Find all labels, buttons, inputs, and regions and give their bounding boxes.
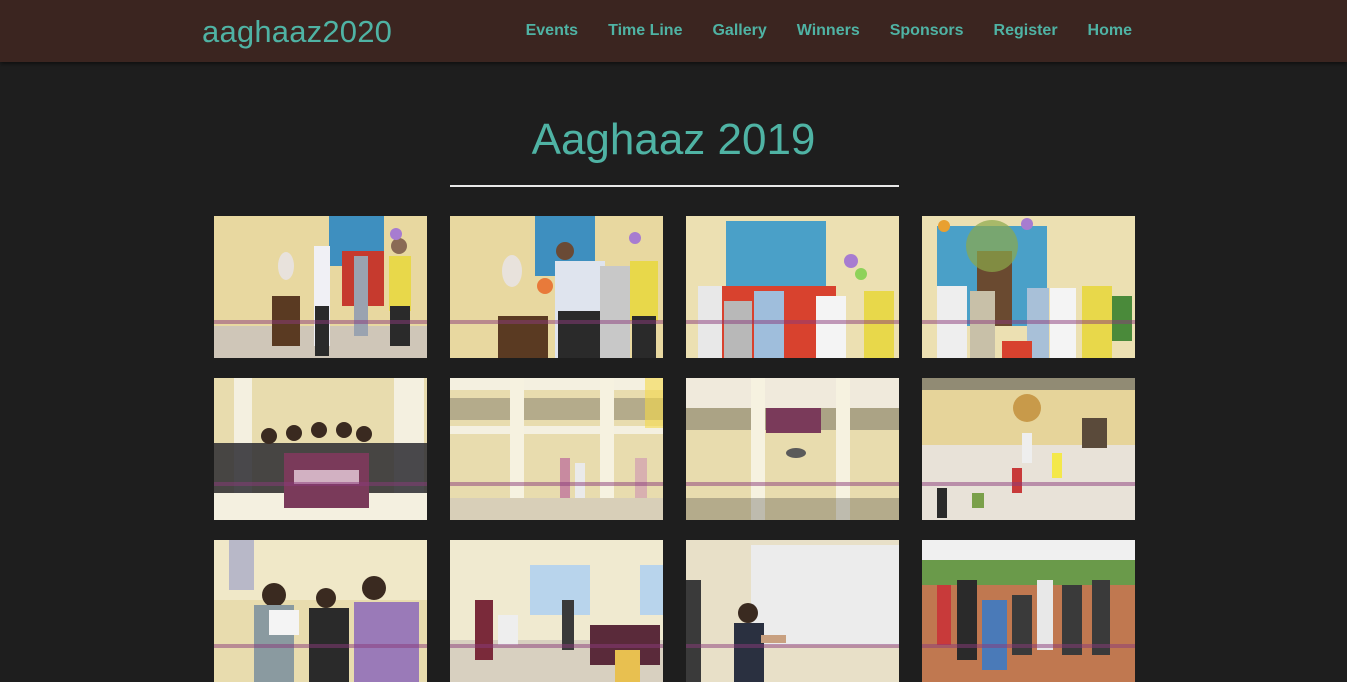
navbar: aaghaaz2020 Events Time Line Gallery Win…: [0, 0, 1347, 62]
nav-link-home[interactable]: Home: [1088, 0, 1132, 62]
nav-link-timeline[interactable]: Time Line: [608, 0, 682, 62]
nav-link-gallery[interactable]: Gallery: [712, 0, 766, 62]
gallery-photo-student-presentation[interactable]: [686, 540, 899, 682]
gallery-photo-inauguration-guests-group[interactable]: [922, 216, 1135, 358]
photo-gallery-grid: [214, 216, 1135, 682]
nav-link-winners[interactable]: Winners: [797, 0, 860, 62]
title-divider: [450, 185, 899, 187]
nav-link-register[interactable]: Register: [994, 0, 1058, 62]
gallery-photo-outdoor-ground-activity[interactable]: [922, 540, 1135, 682]
gallery-photo-balcony-banner-students[interactable]: [686, 378, 899, 520]
nav-links: Events Time Line Gallery Winners Sponsor…: [496, 0, 1132, 62]
gallery-photo-seminar-room-event[interactable]: [450, 540, 663, 682]
brand-logo-link[interactable]: aaghaaz2020: [202, 13, 392, 51]
gallery-title: Aaghaaz 2019: [531, 115, 816, 164]
nav-link-events[interactable]: Events: [526, 0, 578, 62]
gallery-photo-inauguration-banner-unveiling[interactable]: [686, 216, 899, 358]
gallery-photo-college-courtyard-balcony[interactable]: [450, 378, 663, 520]
gallery-photo-students-registration-desk[interactable]: [214, 540, 427, 682]
gallery-photo-students-with-aaghaaz-banner[interactable]: [214, 378, 427, 520]
gallery-photo-courtyard-sports-game[interactable]: [922, 378, 1135, 520]
nav-link-sponsors[interactable]: Sponsors: [890, 0, 964, 62]
gallery-photo-inauguration-lamp-lighting-closeup[interactable]: [450, 216, 663, 358]
gallery-photo-inauguration-lamp-lighting[interactable]: [214, 216, 427, 358]
